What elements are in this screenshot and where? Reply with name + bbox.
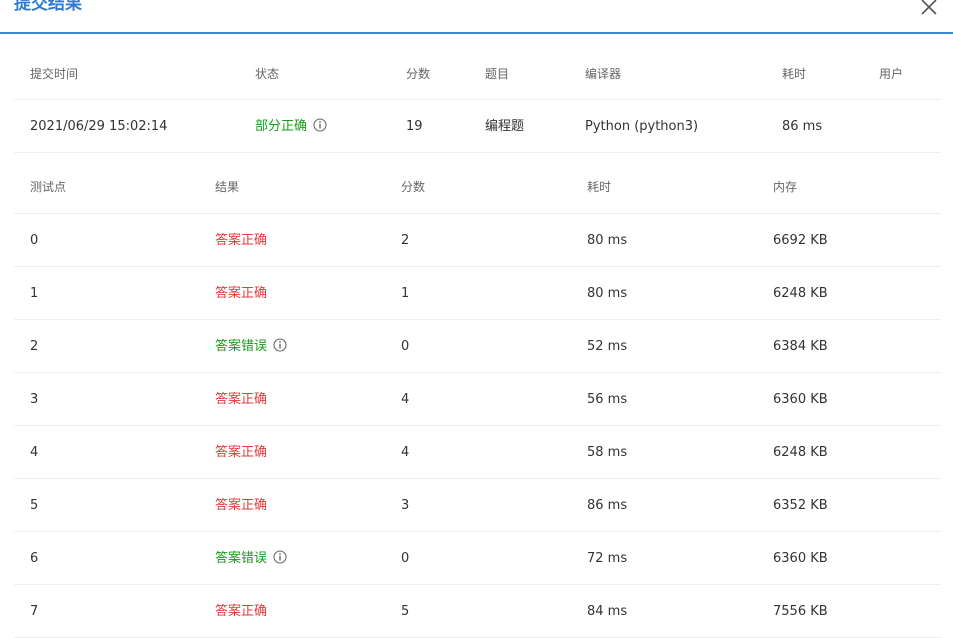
close-icon xyxy=(921,0,937,15)
testcase-id: 4 xyxy=(30,445,39,460)
header-case-time: 耗时 xyxy=(587,180,612,194)
testcase-time: 80 ms xyxy=(587,286,628,301)
testcase-result: 答案正确 xyxy=(215,498,268,513)
testcase-score: 4 xyxy=(401,445,410,460)
testcase-memory: 7556 KB xyxy=(773,604,828,619)
testcase-memory: 6384 KB xyxy=(773,339,828,354)
header-testcase: 测试点 xyxy=(30,180,67,194)
testcase-id: 3 xyxy=(30,392,39,407)
table-row: 3 答案正确 4 56 ms 6360 KB xyxy=(14,373,941,426)
header-compiler: 编译器 xyxy=(585,67,622,81)
header-submit-time: 提交时间 xyxy=(30,67,79,81)
testcase-score: 5 xyxy=(401,604,410,619)
header-status: 状态 xyxy=(255,67,280,81)
testcase-result: 答案正确 xyxy=(215,604,268,619)
status-badge: 部分正确 xyxy=(255,119,308,134)
testcase-time: 72 ms xyxy=(587,551,628,566)
table-row: 0 答案正确 2 80 ms 6692 KB xyxy=(14,214,941,267)
testcase-memory: 6248 KB xyxy=(773,445,828,460)
compiler: Python (python3) xyxy=(585,119,699,134)
info-icon[interactable] xyxy=(313,118,327,132)
close-button[interactable] xyxy=(918,0,940,18)
duration: 86 ms xyxy=(782,119,823,134)
testcase-result: 答案正确 xyxy=(215,392,268,407)
testcase-header-row: 测试点 结果 分数 耗时 内存 xyxy=(14,161,941,214)
submission-result-dialog: 提交结果 提交时间 状态 分数 题目 编译器 耗时 用户 2021/06/29 … xyxy=(0,0,953,638)
testcase-time: 80 ms xyxy=(587,233,628,248)
table-row: 2 答案错误 0 52 ms 6384 KB xyxy=(14,320,941,373)
submit-time: 2021/06/29 15:02:14 xyxy=(30,119,168,134)
table-row: 4 答案正确 4 58 ms 6248 KB xyxy=(14,426,941,479)
testcase-time: 52 ms xyxy=(587,339,628,354)
testcase-time: 56 ms xyxy=(587,392,628,407)
testcase-memory: 6360 KB xyxy=(773,392,828,407)
testcase-id: 2 xyxy=(30,339,39,354)
testcase-score: 4 xyxy=(401,392,410,407)
table-row: 1 答案正确 1 80 ms 6248 KB xyxy=(14,267,941,320)
testcase-result: 答案错误 xyxy=(215,551,268,566)
submission-summary-table: 提交时间 状态 分数 题目 编译器 耗时 用户 2021/06/29 15:02… xyxy=(14,48,941,153)
testcase-id: 5 xyxy=(30,498,39,513)
testcase-score: 0 xyxy=(401,551,410,566)
header-score: 分数 xyxy=(406,67,431,81)
header-case-score: 分数 xyxy=(401,180,426,194)
table-row: 5 答案正确 3 86 ms 6352 KB xyxy=(14,479,941,532)
testcase-table: 测试点 结果 分数 耗时 内存 0 答案正确 2 80 ms 6692 KB 1… xyxy=(14,161,941,638)
header-user: 用户 xyxy=(879,67,904,81)
testcase-id: 7 xyxy=(30,604,39,619)
header-problem: 题目 xyxy=(485,67,510,81)
testcase-result: 答案正确 xyxy=(215,233,268,248)
testcase-score: 0 xyxy=(401,339,410,354)
summary-row: 2021/06/29 15:02:14 部分正确 19 编程题 Python (… xyxy=(14,100,941,153)
summary-header-row: 提交时间 状态 分数 题目 编译器 耗时 用户 xyxy=(14,48,941,100)
table-row: 7 答案正确 5 84 ms 7556 KB xyxy=(14,585,941,638)
testcase-result: 答案正确 xyxy=(215,445,268,460)
testcase-score: 2 xyxy=(401,233,410,248)
testcase-result-cell: 答案错误 xyxy=(215,320,287,373)
testcase-result: 答案正确 xyxy=(215,286,268,301)
testcase-score: 3 xyxy=(401,498,410,513)
testcase-id: 6 xyxy=(30,551,39,566)
testcase-time: 84 ms xyxy=(587,604,628,619)
testcase-time: 86 ms xyxy=(587,498,628,513)
problem-type: 编程题 xyxy=(485,119,525,134)
testcase-id: 0 xyxy=(30,233,39,248)
testcase-result-cell: 答案错误 xyxy=(215,532,287,585)
status-cell: 部分正确 xyxy=(255,100,327,153)
testcase-memory: 6352 KB xyxy=(773,498,828,513)
header-result: 结果 xyxy=(215,180,240,194)
testcase-memory: 6692 KB xyxy=(773,233,828,248)
total-score: 19 xyxy=(406,119,423,134)
testcase-memory: 6248 KB xyxy=(773,286,828,301)
table-row: 6 答案错误 0 72 ms 6360 KB xyxy=(14,532,941,585)
testcase-score: 1 xyxy=(401,286,410,301)
testcase-time: 58 ms xyxy=(587,445,628,460)
header-duration: 耗时 xyxy=(782,67,807,81)
dialog-header: 提交结果 xyxy=(0,0,953,34)
info-icon[interactable] xyxy=(273,338,287,352)
header-memory: 内存 xyxy=(773,180,798,194)
testcase-memory: 6360 KB xyxy=(773,551,828,566)
dialog-title: 提交结果 xyxy=(14,0,82,14)
testcase-result: 答案错误 xyxy=(215,339,268,354)
testcase-id: 1 xyxy=(30,286,39,301)
info-icon[interactable] xyxy=(273,550,287,564)
